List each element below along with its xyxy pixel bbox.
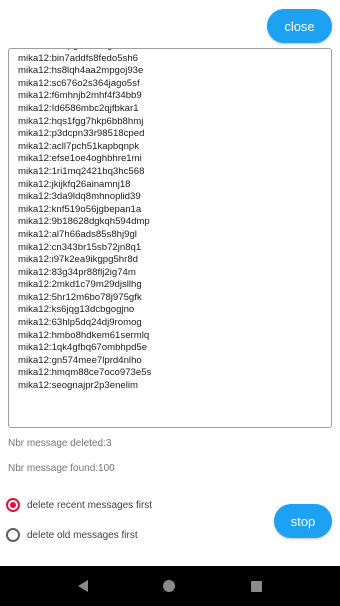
found-count-text: Nbr message found:100 [8, 463, 115, 474]
message-log[interactable]: mika12:8hopg4rlkh3fg6sfemika12:bin7addfs… [8, 48, 332, 428]
log-line: mika12:knf519o56jgbepan1a [18, 203, 142, 215]
log-line: mika12:cn343br15sb72jn8q1 [18, 241, 142, 253]
log-line: mika12:3da9ldq8mhnoplid39 [18, 191, 141, 203]
system-nav-bar [0, 566, 340, 606]
log-line: mika12:5hr12m6bo78j975gfk [18, 291, 142, 303]
log-line: mika12:efse1oe4oghbhre1mi [18, 153, 142, 165]
log-line: mika12:sc676o2s364jago5sf [18, 77, 140, 89]
option-delete-old[interactable]: delete old messages first [6, 528, 138, 542]
log-line: mika12:1qk4gfbq67ombhpd5e [18, 342, 148, 354]
log-line: mika12:83g34pr88flj2ig74m [18, 266, 136, 278]
log-line: mika12:jkijkfq26ainamnj18 [18, 178, 131, 190]
log-line: mika12:9b18628dgkqh594dmp [18, 216, 150, 228]
radio-old-unchecked[interactable] [6, 528, 20, 542]
option-delete-recent-label: delete recent messages first [27, 499, 153, 511]
log-line: mika12:ks6jqg13dcbgogjno [18, 304, 135, 316]
log-line: mika12:acll7pch51kapbqnpk [18, 140, 140, 152]
app-screen: close mika12:8hopg4rlkh3fg6sfemika12:bin… [0, 0, 340, 606]
log-line: mika12:63hlp5dq24dj9romog [18, 317, 142, 329]
option-delete-recent[interactable]: delete recent messages first [6, 498, 152, 512]
log-line: mika12:gn574mee7lprd4nlho [18, 354, 142, 366]
log-line: mika12:hqs1fgg7hkp6bb8hmj [18, 115, 144, 127]
deleted-count-text: Nbr message deleted:3 [8, 438, 112, 449]
option-delete-old-label: delete old messages first [27, 529, 138, 541]
stop-button[interactable]: stop [274, 504, 332, 538]
recent-apps-icon[interactable] [251, 580, 263, 592]
log-line: mika12:f6mhnjb2mhf4f34bb9 [18, 90, 142, 102]
back-icon[interactable] [77, 580, 88, 592]
log-line: mika12:al7h66ads85s8hj9gl [18, 228, 137, 240]
log-line: mika12:bin7addfs8fedo5sh6 [18, 52, 139, 64]
log-line: mika12:hmbo8hdkem61sermlq [18, 329, 150, 341]
log-line: mika12:p3dcpn33r98518cped [18, 128, 145, 140]
log-line: mika12:hmqm88ce7oco973e5s [18, 367, 152, 379]
radio-recent-checked[interactable] [6, 498, 20, 512]
home-icon[interactable] [163, 580, 176, 592]
message-log-list: mika12:8hopg4rlkh3fg6sfemika12:bin7addfs… [18, 49, 327, 393]
log-line: mika12:Id6586mbc2qjfbkar1 [18, 102, 139, 114]
log-line: mika12:seognajpr2p3enelim [18, 380, 138, 392]
log-line: mika12:1ri1mq2421bq3hc568 [18, 165, 145, 177]
log-line: mika12:hs8lqh4aa2mpgoj93e [18, 65, 144, 77]
close-button[interactable]: close [267, 9, 332, 43]
log-line: mika12:2mkd1c79m29djsllhg [18, 279, 142, 291]
log-line: mika12:i97k2ea9ikgpg5hr8d [18, 254, 139, 266]
